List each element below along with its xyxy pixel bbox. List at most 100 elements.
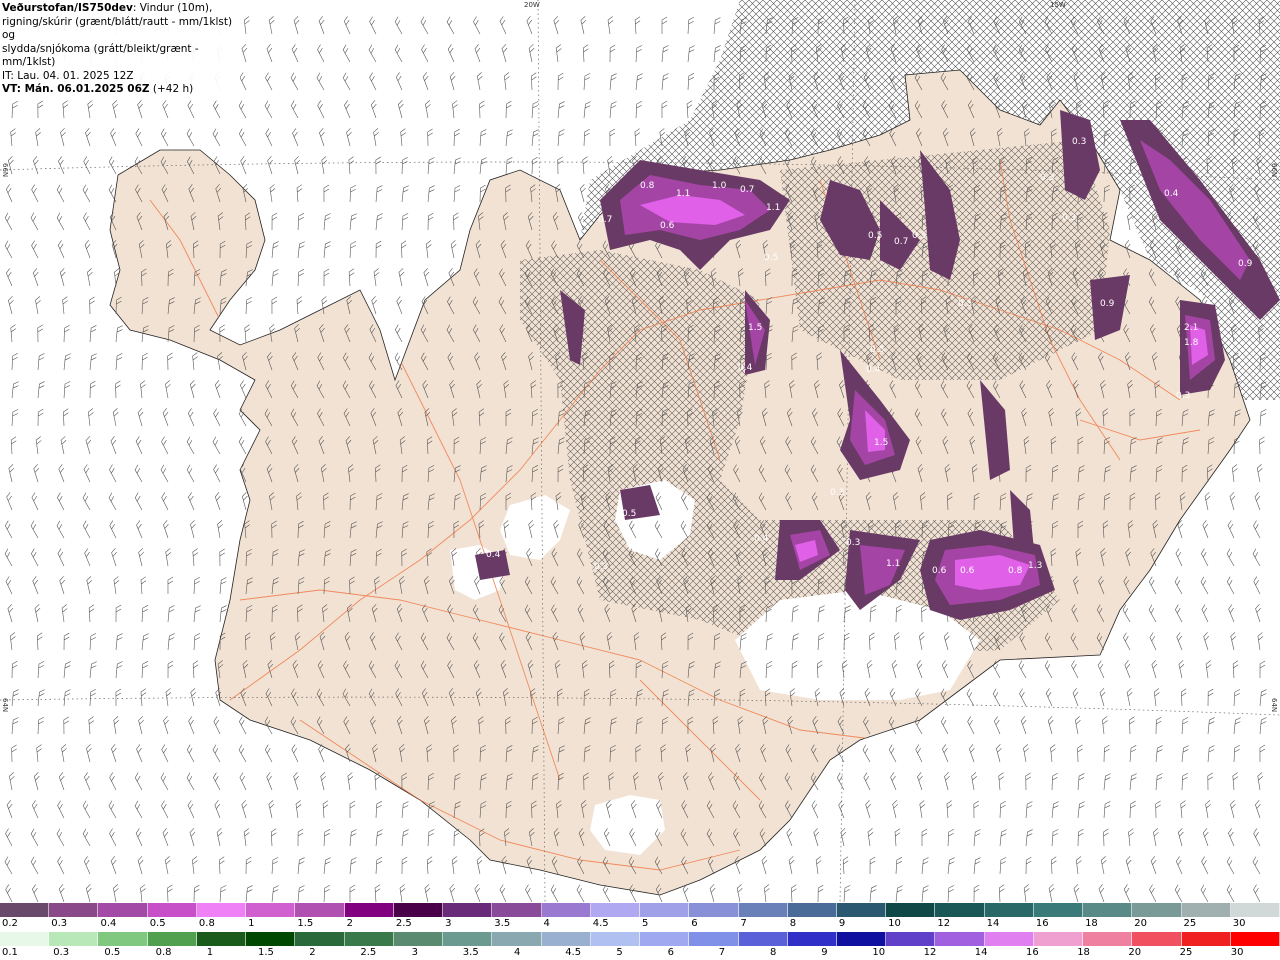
legend-swatch	[492, 903, 542, 917]
lead-time: (+42 h)	[149, 83, 194, 95]
legend-swatch	[640, 932, 690, 946]
legend-swatch	[541, 932, 591, 946]
precip-label: 0.5	[912, 231, 926, 241]
legend-tick-label: 3.5	[494, 918, 511, 929]
lon-label-15w: 15W	[1050, 1, 1066, 9]
precip-label: 2.1	[1184, 323, 1198, 333]
legend-tick-label: 9	[821, 947, 828, 958]
forecast-map[interactable]: 0.8 1.1 1.0 0.7 1.1 0.7 0.6 0.5 0.5 0.7 …	[0, 0, 1280, 902]
legend-tick-label: 25	[1183, 918, 1197, 929]
legend-tick-label: 0.1	[2, 947, 18, 958]
legend-swatch	[196, 932, 247, 946]
legend-swatch	[295, 903, 345, 917]
legend-swatch	[984, 932, 1034, 946]
legend-swatch	[344, 903, 394, 917]
legend-tick-label: 1	[206, 947, 214, 958]
legend-tick-label: 0.8	[198, 918, 215, 929]
lat-label-left-64n: 64N	[1, 698, 9, 713]
legend-tick-label: 6	[667, 947, 674, 958]
legend-tick-label: 16	[1026, 947, 1039, 958]
legend-swatch	[689, 903, 739, 917]
legend-swatch	[246, 903, 296, 917]
legend-swatch	[1132, 932, 1182, 946]
precip-label: 1.5	[748, 323, 762, 333]
legend-swatch	[0, 903, 50, 917]
rain-scale-labels: 0.1 0.3 0.5 0.8 1 1.5 2 2.5 3 3.5 4 4.5 5 6 7 8 9 10 12 14 1…	[0, 947, 1280, 959]
legend-tick-label: 5	[616, 947, 623, 958]
legend-swatch	[935, 903, 985, 917]
precip-label: 1.0	[712, 181, 727, 191]
legend-tick-label: 3	[411, 947, 418, 958]
legend-tick-label: 4.5	[565, 947, 582, 958]
legend-swatch	[98, 932, 148, 946]
legend-swatch	[443, 903, 493, 917]
legend-swatch	[1181, 932, 1231, 946]
legend-swatch	[196, 903, 247, 917]
legend-swatch	[1083, 903, 1133, 917]
legend-swatch	[689, 932, 739, 946]
legend-swatch	[1230, 932, 1280, 946]
precip-label: 0.7	[598, 215, 612, 225]
legend-tick-label: 0.8	[155, 947, 172, 958]
legend-swatch	[147, 932, 197, 946]
legend-tick-label: 2.5	[395, 918, 412, 929]
legend-tick-label: 2	[309, 947, 316, 958]
legend-tick-label: 3.5	[462, 947, 479, 958]
legend-tick-label: 4.5	[592, 918, 609, 929]
legend-swatch	[787, 932, 837, 946]
map-header: Veðurstofan/IS750dev: Vindur (10m), rign…	[0, 0, 240, 99]
legend-swatch	[886, 932, 936, 946]
precip-label: 1.1	[766, 203, 780, 213]
precip-label: 0.7	[740, 185, 754, 195]
legend-swatch	[1033, 903, 1084, 917]
legend-tick-label: 30	[1230, 947, 1244, 958]
precip-label: 0.7	[894, 237, 908, 247]
legend-tick-label: 12	[923, 947, 937, 958]
description-line-3: slydda/snjókoma (grátt/bleikt/grænt - mm…	[2, 42, 199, 69]
legend-tick-label: 30	[1232, 918, 1246, 929]
precip-label: 0.9	[1238, 259, 1253, 269]
legend-tick-label: 0.5	[149, 918, 166, 929]
legend-swatch	[590, 903, 641, 917]
lat-label-left-66n: 66N	[1, 163, 9, 178]
legend-tick-label: 18	[1085, 918, 1098, 929]
legend-swatch	[787, 903, 837, 917]
legend-swatch	[344, 932, 394, 946]
lat-label-right-64n: 64N	[1270, 698, 1278, 713]
legend-swatch	[1132, 903, 1182, 917]
legend-tick-label: 7	[718, 947, 726, 958]
legend-swatch	[49, 932, 99, 946]
legend-swatch	[541, 903, 591, 917]
legend-tick-label: 2	[346, 918, 353, 929]
precip-label: 0.3	[846, 538, 860, 548]
snow-scale-labels: 0.2 0.3 0.4 0.5 0.8 1 1.5 2 2.5 3 3.5 4 4.5 5 6 7 8 9 10 12…	[0, 918, 1280, 930]
rain-scale-bar	[0, 932, 1280, 946]
precip-label: 0.3	[1040, 173, 1054, 183]
legend-tick-label: 4	[514, 947, 521, 958]
legend-tick-label: 9	[838, 918, 846, 929]
precip-label: 0.6	[960, 566, 975, 576]
legend-swatch	[836, 932, 887, 946]
precip-label: 0.3	[1176, 391, 1190, 401]
precip-label: 1.8	[1184, 338, 1199, 348]
precip-label: 1.1	[886, 559, 900, 569]
legend-tick-label: 8	[770, 947, 777, 958]
precip-label: 0.3	[1072, 137, 1086, 147]
legend-swatch	[393, 932, 444, 946]
precip-label: 0.9	[1100, 299, 1115, 309]
precip-label: 0.5	[958, 299, 972, 309]
legend-swatch	[640, 903, 690, 917]
legend-tick-label: 2.5	[360, 947, 377, 958]
legend-swatch	[98, 903, 148, 917]
snow-scale-bar	[0, 903, 1280, 917]
legend-swatch	[935, 932, 985, 946]
legend-tick-label: 14	[974, 947, 988, 958]
lat-label-right-66n: 66N	[1270, 163, 1278, 178]
precip-label: 0.6	[932, 566, 947, 576]
issue-time: IT: Lau. 04. 01. 2025 12Z	[2, 69, 134, 82]
legend-tick-label: 14	[986, 918, 1000, 929]
description-line-2: rigning/skúrir (grænt/blátt/rautt - mm/1…	[2, 15, 233, 42]
legend-tick-label: 12	[937, 918, 951, 929]
precip-label: 0.8	[640, 181, 655, 191]
legend-tick-label: 10	[872, 947, 886, 958]
